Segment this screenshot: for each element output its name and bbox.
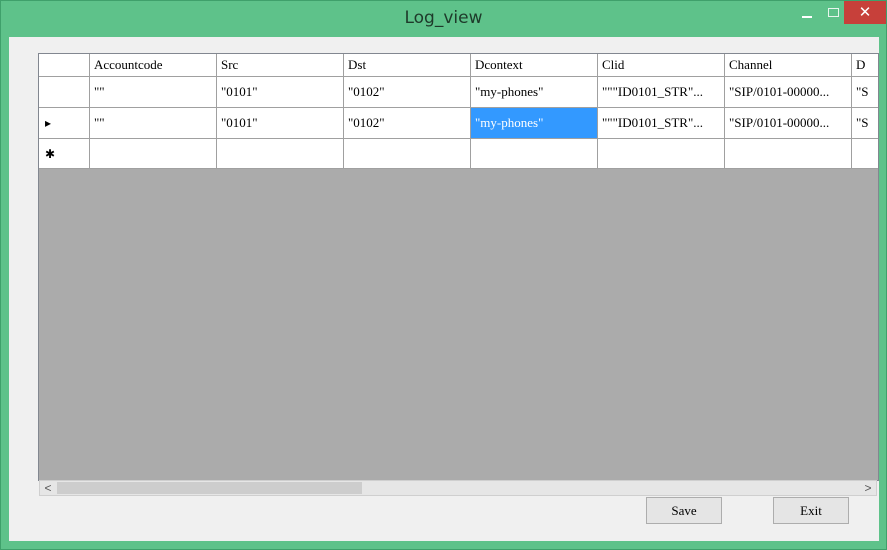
- table-cell[interactable]: "0101": [217, 108, 344, 139]
- column-header-clid[interactable]: Clid: [598, 54, 725, 77]
- column-header-partial[interactable]: D: [852, 54, 878, 77]
- table-cell[interactable]: "my-phones": [471, 77, 598, 108]
- save-button[interactable]: Save: [646, 497, 722, 524]
- new-row-cell[interactable]: [852, 139, 878, 169]
- close-button[interactable]: ✕: [844, 1, 886, 24]
- grid-header-row: Accountcode Src Dst Dcontext Clid Channe…: [39, 54, 878, 77]
- maximize-icon: [827, 8, 839, 17]
- scroll-right-arrow-icon[interactable]: >: [860, 481, 876, 495]
- table-cell[interactable]: "": [90, 77, 217, 108]
- scroll-thumb[interactable]: [57, 482, 362, 494]
- new-row-cell[interactable]: [725, 139, 852, 169]
- column-header-src[interactable]: Src: [217, 54, 344, 77]
- close-icon: ✕: [858, 3, 872, 21]
- log-view-window: Log_view ✕ Accountcode Src Dst Dcontext …: [0, 0, 887, 550]
- new-row-cell[interactable]: [344, 139, 471, 169]
- data-grid[interactable]: Accountcode Src Dst Dcontext Clid Channe…: [38, 53, 879, 481]
- new-row-cell[interactable]: [90, 139, 217, 169]
- table-cell[interactable]: "SIP/0101-00000...: [725, 77, 852, 108]
- column-header-dst[interactable]: Dst: [344, 54, 471, 77]
- new-row-cell[interactable]: [217, 139, 344, 169]
- maximize-button[interactable]: [820, 1, 846, 24]
- window-title: Log_view: [404, 8, 483, 28]
- client-area: Accountcode Src Dst Dcontext Clid Channe…: [9, 37, 879, 541]
- table-cell[interactable]: """ID0101_STR"...: [598, 77, 725, 108]
- column-header-accountcode[interactable]: Accountcode: [90, 54, 217, 77]
- minimize-button[interactable]: [794, 1, 820, 24]
- table-row[interactable]: ▸ "" "0101" "0102" "my-phones" """ID0101…: [39, 108, 878, 139]
- table-cell[interactable]: "": [90, 108, 217, 139]
- new-row-cell[interactable]: [598, 139, 725, 169]
- new-row[interactable]: ✱: [39, 139, 878, 169]
- scroll-left-arrow-icon[interactable]: <: [40, 481, 56, 495]
- table-cell[interactable]: "0102": [344, 108, 471, 139]
- table-cell[interactable]: "S: [852, 77, 878, 108]
- table-row[interactable]: "" "0101" "0102" "my-phones" """ID0101_S…: [39, 77, 878, 108]
- selected-cell[interactable]: "my-phones": [471, 108, 598, 139]
- new-row-marker[interactable]: ✱: [39, 139, 90, 169]
- table-cell[interactable]: """ID0101_STR"...: [598, 108, 725, 139]
- minimize-icon: [802, 15, 812, 18]
- corner-header[interactable]: [39, 54, 90, 77]
- table-cell[interactable]: "S: [852, 108, 878, 139]
- row-header-current[interactable]: ▸: [39, 108, 90, 139]
- table-cell[interactable]: "0102": [344, 77, 471, 108]
- table-cell[interactable]: "0101": [217, 77, 344, 108]
- table-cell[interactable]: "SIP/0101-00000...: [725, 108, 852, 139]
- column-header-dcontext[interactable]: Dcontext: [471, 54, 598, 77]
- horizontal-scrollbar[interactable]: < >: [39, 480, 877, 496]
- exit-button[interactable]: Exit: [773, 497, 849, 524]
- title-bar[interactable]: Log_view ✕: [1, 1, 886, 37]
- new-row-cell[interactable]: [471, 139, 598, 169]
- row-header[interactable]: [39, 77, 90, 108]
- column-header-channel[interactable]: Channel: [725, 54, 852, 77]
